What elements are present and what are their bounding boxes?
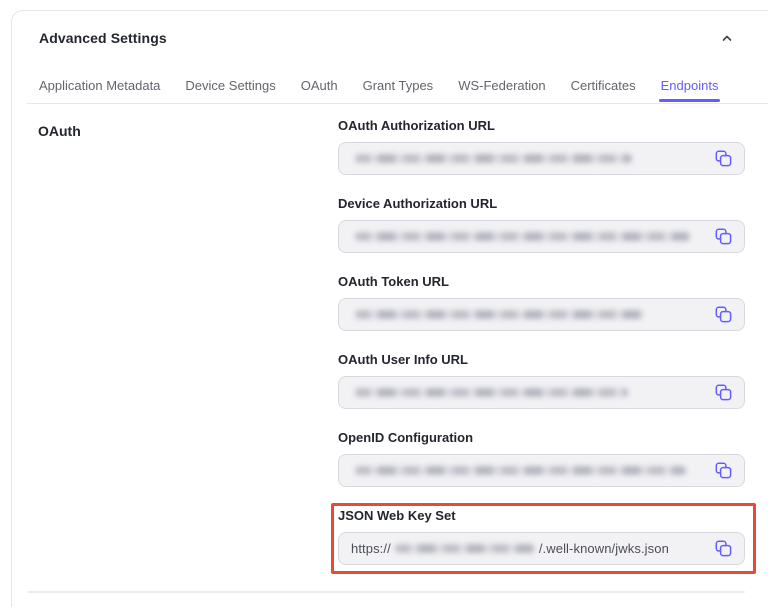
copy-icon [715, 306, 732, 323]
redacted-url-blur [355, 388, 628, 397]
copy-icon [715, 150, 732, 167]
url-input[interactable] [338, 142, 745, 175]
tab-label: WS-Federation [458, 78, 545, 93]
field-oauth-user-info-url: OAuth User Info URL [338, 352, 745, 409]
field-oauth-token-url: OAuth Token URL [338, 274, 745, 331]
panel-title: Advanced Settings [39, 30, 167, 46]
tabs-divider [27, 103, 768, 104]
field-label: OAuth User Info URL [338, 352, 745, 368]
tab-endpoints[interactable]: Endpoints [661, 77, 719, 102]
tab-ws-federation[interactable]: WS-Federation [458, 77, 545, 102]
copy-button[interactable] [713, 382, 734, 403]
tab-grant-types[interactable]: Grant Types [363, 77, 434, 102]
tab-oauth[interactable]: OAuth [301, 77, 338, 102]
endpoint-fields: OAuth Authorization URL Device Authoriza… [338, 118, 745, 586]
tab-label: Application Metadata [39, 78, 160, 93]
field-oauth-authorization-url: OAuth Authorization URL [338, 118, 745, 175]
field-label: JSON Web Key Set [338, 508, 745, 524]
redacted-url-blur [395, 544, 535, 553]
field-label: OpenID Configuration [338, 430, 745, 446]
field-label: OAuth Authorization URL [338, 118, 745, 134]
tab-application-metadata[interactable]: Application Metadata [39, 77, 160, 102]
copy-button[interactable] [713, 226, 734, 247]
field-json-web-key-set: JSON Web Key Set https:// /.well-known/j… [338, 508, 745, 565]
tab-label: Grant Types [363, 78, 434, 93]
redacted-url-blur [355, 310, 644, 319]
page: Advanced Settings Application Metadata D… [0, 0, 768, 607]
tab-label: OAuth [301, 78, 338, 93]
section-label: OAuth [38, 123, 81, 139]
field-label: Device Authorization URL [338, 196, 745, 212]
url-prefix-text: https:// [351, 541, 391, 556]
copy-button[interactable] [713, 460, 734, 481]
tab-certificates[interactable]: Certificates [571, 77, 636, 102]
bottom-divider [27, 591, 745, 593]
tab-bar: Application Metadata Device Settings OAu… [39, 77, 718, 102]
redacted-url-blur [355, 232, 690, 241]
copy-button[interactable] [713, 304, 734, 325]
url-input[interactable] [338, 376, 745, 409]
chevron-up-icon [720, 32, 734, 44]
field-label: OAuth Token URL [338, 274, 745, 290]
url-input[interactable] [338, 220, 745, 253]
copy-button[interactable] [713, 148, 734, 169]
url-input[interactable] [338, 454, 745, 487]
tab-label: Endpoints [661, 78, 719, 93]
tab-label: Device Settings [185, 78, 275, 93]
copy-icon [715, 228, 732, 245]
copy-icon [715, 540, 732, 557]
redacted-url-blur [355, 154, 632, 163]
copy-icon [715, 384, 732, 401]
field-openid-configuration: OpenID Configuration [338, 430, 745, 487]
tab-label: Certificates [571, 78, 636, 93]
url-suffix-text: /.well-known/jwks.json [539, 541, 669, 556]
tab-device-settings[interactable]: Device Settings [185, 77, 275, 102]
url-input[interactable]: https:// /.well-known/jwks.json [338, 532, 745, 565]
collapse-panel-button[interactable] [714, 26, 740, 50]
copy-button[interactable] [713, 538, 734, 559]
copy-icon [715, 462, 732, 479]
field-device-authorization-url: Device Authorization URL [338, 196, 745, 253]
redacted-url-blur [355, 466, 686, 475]
url-input[interactable] [338, 298, 745, 331]
